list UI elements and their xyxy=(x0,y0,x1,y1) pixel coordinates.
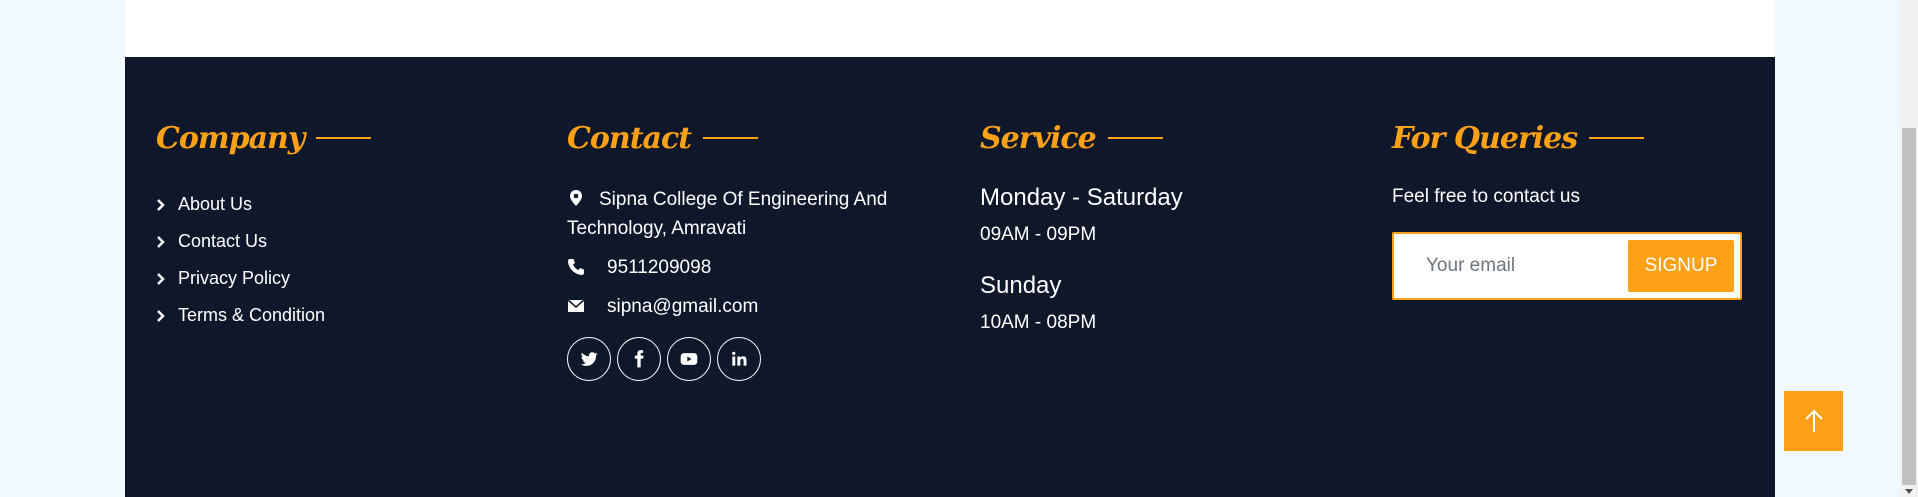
phone-icon xyxy=(568,259,584,275)
chevron-right-icon xyxy=(157,235,165,248)
company-title: Company xyxy=(156,118,372,158)
service-day-sunday: Sunday xyxy=(980,272,1062,299)
footer-link-contact-us[interactable]: Contact Us xyxy=(156,223,371,260)
title-underline xyxy=(1589,137,1645,139)
twitter-button[interactable] xyxy=(567,337,611,381)
queries-text: Feel free to contact us xyxy=(1392,186,1580,207)
linkedin-button[interactable] xyxy=(717,337,761,381)
company-column: Company About Us Contact Us Privacy Poli… xyxy=(156,118,372,334)
chevron-right-icon xyxy=(157,198,165,211)
service-title: Service xyxy=(980,118,1183,158)
arrow-up-icon xyxy=(1804,409,1823,432)
content-area-bottom xyxy=(125,0,1775,57)
envelope-icon xyxy=(567,299,585,312)
contact-column: Contact Sipna College Of Engineering And… xyxy=(567,118,927,381)
title-underline xyxy=(316,137,372,139)
service-day-weekdays: Monday - Saturday xyxy=(980,184,1183,211)
facebook-icon xyxy=(634,350,644,368)
contact-phone: 9511209098 xyxy=(567,253,927,282)
footer-link-about-us[interactable]: About Us xyxy=(156,186,371,223)
youtube-icon xyxy=(680,353,698,365)
chevron-right-icon xyxy=(157,272,165,285)
queries-column: For Queries Feel free to contact us SIGN… xyxy=(1392,118,1742,300)
queries-title: For Queries xyxy=(1392,118,1742,158)
contact-address: Sipna College Of Engineering And Technol… xyxy=(567,189,888,239)
service-hours-sunday: 10AM - 08PM xyxy=(980,312,1097,333)
linkedin-icon xyxy=(732,351,747,366)
back-to-top-button[interactable] xyxy=(1784,391,1843,451)
email-input[interactable] xyxy=(1424,254,1628,278)
contact-title: Contact xyxy=(567,118,927,158)
youtube-button[interactable] xyxy=(667,337,711,381)
scrollbar-thumb[interactable] xyxy=(1902,128,1916,485)
facebook-button[interactable] xyxy=(617,337,661,381)
signup-button[interactable]: SIGNUP xyxy=(1628,240,1734,292)
footer-link-privacy-policy[interactable]: Privacy Policy xyxy=(156,260,371,297)
chevron-right-icon xyxy=(157,309,165,322)
map-marker-icon xyxy=(570,190,582,206)
title-underline xyxy=(703,137,759,139)
service-column: Service Monday - Saturday 09AM - 09PM Su… xyxy=(980,118,1183,334)
scroll-down-arrow-icon[interactable] xyxy=(1904,488,1914,496)
company-links: About Us Contact Us Privacy Policy Terms… xyxy=(156,186,371,334)
service-hours-weekdays: 09AM - 09PM xyxy=(980,224,1097,245)
newsletter-form: SIGNUP xyxy=(1392,232,1742,300)
contact-email: sipna@gmail.com xyxy=(567,292,927,321)
social-links xyxy=(567,337,927,381)
twitter-icon xyxy=(580,352,598,366)
title-underline xyxy=(1107,137,1163,139)
footer-link-terms[interactable]: Terms & Condition xyxy=(156,297,371,334)
